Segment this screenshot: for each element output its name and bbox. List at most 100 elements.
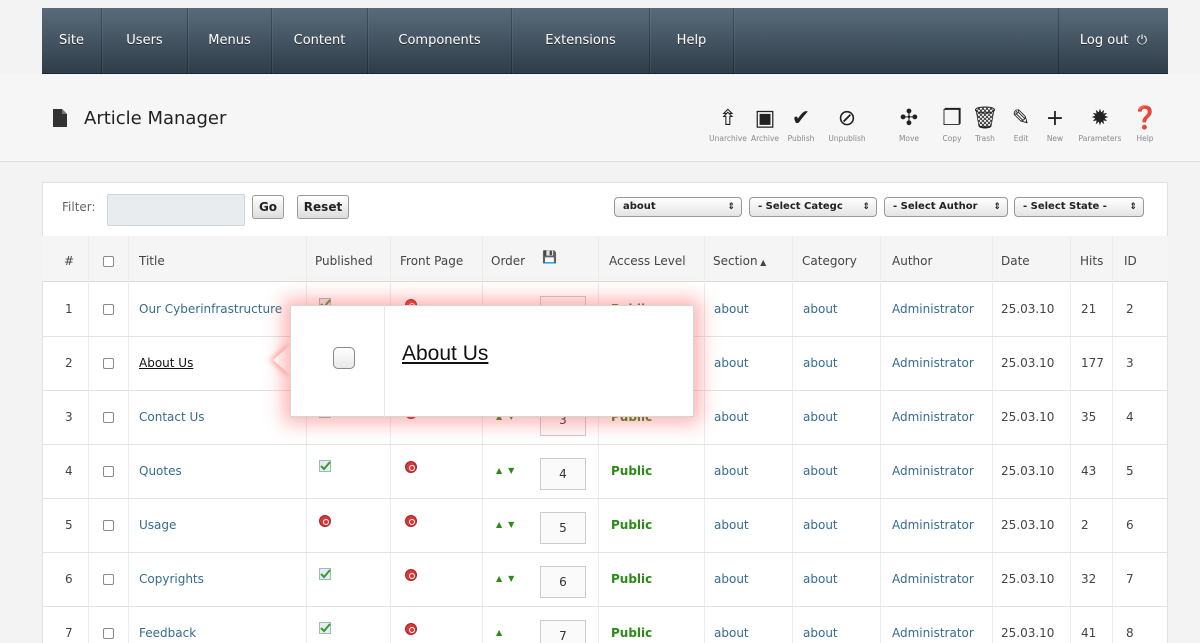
header-category[interactable]: Category — [802, 254, 857, 268]
row-checkbox[interactable] — [103, 520, 114, 531]
row-checkbox[interactable] — [103, 358, 114, 369]
section-link[interactable]: about — [714, 302, 749, 316]
row-title-link[interactable]: Quotes — [139, 464, 182, 478]
col-divider — [390, 236, 391, 643]
header-hits[interactable]: Hits — [1080, 254, 1103, 268]
row-title-link[interactable]: About Us — [139, 356, 193, 370]
category-link[interactable]: about — [803, 572, 838, 586]
row-checkbox[interactable] — [103, 304, 114, 315]
order-arrows-icon[interactable]: ▲▼ — [496, 520, 520, 529]
header-access-level[interactable]: Access Level — [609, 254, 686, 268]
section-link[interactable]: about — [714, 356, 749, 370]
category-link[interactable]: about — [803, 626, 838, 640]
order-input[interactable]: 7 — [540, 620, 586, 643]
go-button[interactable]: Go — [252, 195, 284, 219]
nav-users[interactable]: Users — [102, 8, 188, 74]
header-title[interactable]: Title — [139, 254, 165, 268]
reset-button[interactable]: Reset — [297, 195, 349, 219]
section-link[interactable]: about — [714, 572, 749, 586]
section-link[interactable]: about — [714, 410, 749, 424]
nav-extensions[interactable]: Extensions — [512, 8, 650, 74]
header-published[interactable]: Published — [315, 254, 373, 268]
popup-title-link[interactable]: About Us — [402, 342, 488, 366]
row-title-link[interactable]: Usage — [139, 518, 176, 532]
category-select[interactable]: - Select Categc ⇕ — [749, 197, 877, 217]
nav-content[interactable]: Content — [272, 8, 368, 74]
section-link[interactable]: about — [714, 518, 749, 532]
toolbar-help-button[interactable]: ❓ Help — [1125, 104, 1165, 143]
category-link[interactable]: about — [803, 356, 838, 370]
header-author[interactable]: Author — [892, 254, 932, 268]
published-check-icon[interactable] — [319, 622, 331, 634]
author-select[interactable]: - Select Author ⇕ — [884, 197, 1008, 217]
row-checkbox[interactable] — [103, 574, 114, 585]
header-id[interactable]: ID — [1124, 254, 1137, 268]
nav-components[interactable]: Components — [368, 8, 512, 74]
category-link[interactable]: about — [803, 464, 838, 478]
col-divider — [792, 236, 793, 643]
author-link[interactable]: Administrator — [892, 572, 974, 586]
section-link[interactable]: about — [714, 464, 749, 478]
state-select[interactable]: - Select State - ⇕ — [1014, 197, 1144, 217]
row-title-link[interactable]: Contact Us — [139, 410, 205, 424]
row-title-link[interactable]: Feedback — [139, 626, 196, 640]
published-check-icon[interactable] — [319, 568, 331, 580]
header-section[interactable]: Section ▲ — [713, 254, 766, 268]
popup-row-checkbox[interactable] — [333, 347, 355, 369]
order-arrows-icon[interactable]: ▲ — [496, 628, 508, 637]
author-link[interactable]: Administrator — [892, 302, 974, 316]
author-link[interactable]: Administrator — [892, 410, 974, 424]
save-order-icon[interactable]: 💾 — [542, 250, 557, 264]
row-number: 7 — [65, 626, 73, 640]
published-check-icon[interactable] — [319, 460, 331, 472]
front-page-x-icon[interactable] — [405, 569, 417, 581]
unpublished-x-icon[interactable] — [319, 515, 331, 527]
header-date[interactable]: Date — [1001, 254, 1030, 268]
front-page-x-icon[interactable] — [405, 623, 417, 635]
access-level[interactable]: Public — [611, 572, 652, 586]
category-link[interactable]: about — [803, 410, 838, 424]
toolbar-new-button[interactable]: + New — [1030, 104, 1080, 143]
toolbar-unpublish-button[interactable]: ⊘ Unpublish — [822, 104, 872, 143]
sort-asc-icon: ▲ — [757, 258, 767, 267]
category-link[interactable]: about — [803, 302, 838, 316]
order-arrows-icon[interactable]: ▲▼ — [496, 574, 520, 583]
nav-site[interactable]: Site — [42, 8, 102, 74]
header-order[interactable]: Order — [491, 254, 525, 268]
id-cell: 3 — [1126, 356, 1134, 370]
order-input[interactable]: 5 — [540, 512, 586, 544]
category-link[interactable]: about — [803, 518, 838, 532]
section-select[interactable]: about ⇕ — [614, 197, 742, 217]
author-link[interactable]: Administrator — [892, 356, 974, 370]
row-title-link[interactable]: Our Cyberinfrastructure — [139, 302, 282, 316]
access-level[interactable]: Public — [611, 464, 652, 478]
row-checkbox[interactable] — [103, 466, 114, 477]
filter-input[interactable] — [107, 194, 245, 226]
front-page-x-icon[interactable] — [405, 515, 417, 527]
id-cell: 6 — [1126, 518, 1134, 532]
access-level[interactable]: Public — [611, 626, 652, 640]
row-checkbox[interactable] — [103, 412, 114, 423]
toolbar-parameters-button[interactable]: ✹ Parameters — [1075, 104, 1125, 143]
section-link[interactable]: about — [714, 626, 749, 640]
nav-menus[interactable]: Menus — [188, 8, 272, 74]
page-title: Article Manager — [84, 108, 227, 129]
toolbar-publish-button[interactable]: ✔ Publish — [776, 104, 826, 143]
row-title-link[interactable]: Copyrights — [139, 572, 204, 586]
author-link[interactable]: Administrator — [892, 464, 974, 478]
author-link[interactable]: Administrator — [892, 626, 974, 640]
filter-label: Filter: — [62, 200, 96, 214]
date-cell: 25.03.10 — [1001, 572, 1055, 586]
logout-button[interactable]: Log out ⏻ — [1058, 8, 1168, 74]
select-all-checkbox[interactable] — [103, 256, 114, 267]
front-page-x-icon[interactable] — [405, 461, 417, 473]
access-level[interactable]: Public — [611, 518, 652, 532]
author-link[interactable]: Administrator — [892, 518, 974, 532]
row-number: 2 — [65, 356, 73, 370]
row-checkbox[interactable] — [103, 628, 114, 639]
order-input[interactable]: 4 — [540, 458, 586, 490]
nav-help[interactable]: Help — [650, 8, 734, 74]
order-input[interactable]: 6 — [540, 566, 586, 598]
order-arrows-icon[interactable]: ▲▼ — [496, 466, 520, 475]
header-front-page[interactable]: Front Page — [400, 254, 463, 268]
